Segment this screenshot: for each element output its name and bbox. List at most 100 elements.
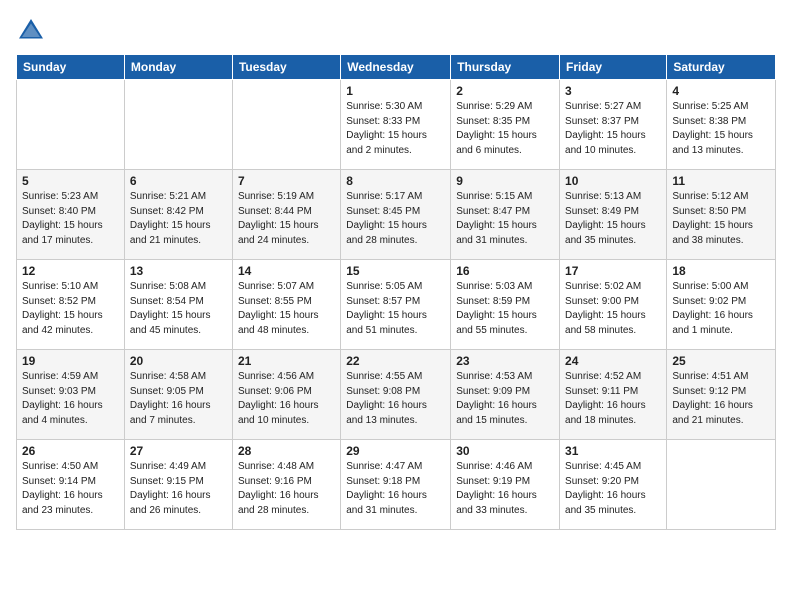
day-header-friday: Friday xyxy=(560,55,667,80)
day-number: 25 xyxy=(672,354,770,368)
calendar-week-row: 5 Sunrise: 5:23 AM Sunset: 8:40 PM Daylig… xyxy=(17,170,776,260)
calendar-week-row: 12 Sunrise: 5:10 AM Sunset: 8:52 PM Dayli… xyxy=(17,260,776,350)
day-info: Sunrise: 5:25 AM Sunset: 8:38 PM Dayligh… xyxy=(672,100,770,158)
day-info: Sunrise: 4:58 AM Sunset: 9:05 PM Dayligh… xyxy=(130,370,227,428)
day-number: 3 xyxy=(565,84,661,98)
calendar-cell xyxy=(17,80,125,170)
day-info: Sunrise: 5:00 AM Sunset: 9:02 PM Dayligh… xyxy=(672,280,770,338)
calendar-cell: 12 Sunrise: 5:10 AM Sunset: 8:52 PM Dayli… xyxy=(17,260,125,350)
calendar-cell: 22 Sunrise: 4:55 AM Sunset: 9:08 PM Dayli… xyxy=(341,350,451,440)
calendar-cell: 7Sunrise: 5:19 AM Sunset: 8:44 PM Daylig… xyxy=(232,170,340,260)
day-info: Sunrise: 4:46 AM Sunset: 9:19 PM Dayligh… xyxy=(456,460,554,518)
day-info: Sunrise: 5:10 AM Sunset: 8:52 PM Dayligh… xyxy=(22,280,119,338)
day-info: Sunrise: 4:48 AM Sunset: 9:16 PM Dayligh… xyxy=(238,460,335,518)
calendar-table: SundayMondayTuesdayWednesdayThursdayFrid… xyxy=(16,54,776,530)
day-number: 21 xyxy=(238,354,335,368)
calendar-cell: 14 Sunrise: 5:07 AM Sunset: 8:55 PM Dayli… xyxy=(232,260,340,350)
day-number: 29 xyxy=(346,444,445,458)
day-info: Sunrise: 4:45 AM Sunset: 9:20 PM Dayligh… xyxy=(565,460,661,518)
calendar-cell: 17 Sunrise: 5:02 AM Sunset: 9:00 PM Dayli… xyxy=(560,260,667,350)
day-header-monday: Monday xyxy=(124,55,232,80)
day-number: 23 xyxy=(456,354,554,368)
calendar-cell: 24Sunrise: 4:52 AM Sunset: 9:11 PM Dayli… xyxy=(560,350,667,440)
day-number: 17 xyxy=(565,264,661,278)
calendar-cell: 18 Sunrise: 5:00 AM Sunset: 9:02 PM Dayli… xyxy=(667,260,776,350)
day-info: Sunrise: 5:29 AM Sunset: 8:35 PM Dayligh… xyxy=(456,100,554,158)
day-number: 1 xyxy=(346,84,445,98)
day-info: Sunrise: 5:21 AM Sunset: 8:42 PM Dayligh… xyxy=(130,190,227,248)
page-header xyxy=(16,16,776,46)
calendar-cell: 6 Sunrise: 5:21 AM Sunset: 8:42 PM Daylig… xyxy=(124,170,232,260)
day-number: 24 xyxy=(565,354,661,368)
day-info: Sunrise: 5:13 AM Sunset: 8:49 PM Dayligh… xyxy=(565,190,661,248)
day-info: Sunrise: 5:07 AM Sunset: 8:55 PM Dayligh… xyxy=(238,280,335,338)
day-info: Sunrise: 5:30 AM Sunset: 8:33 PM Dayligh… xyxy=(346,100,445,158)
calendar-cell: 3Sunrise: 5:27 AM Sunset: 8:37 PM Daylig… xyxy=(560,80,667,170)
day-number: 4 xyxy=(672,84,770,98)
day-info: Sunrise: 5:08 AM Sunset: 8:54 PM Dayligh… xyxy=(130,280,227,338)
calendar-cell xyxy=(232,80,340,170)
day-number: 14 xyxy=(238,264,335,278)
calendar-cell: 1 Sunrise: 5:30 AM Sunset: 8:33 PM Daylig… xyxy=(341,80,451,170)
calendar-header-row: SundayMondayTuesdayWednesdayThursdayFrid… xyxy=(17,55,776,80)
day-header-sunday: Sunday xyxy=(17,55,125,80)
day-number: 20 xyxy=(130,354,227,368)
day-info: Sunrise: 4:49 AM Sunset: 9:15 PM Dayligh… xyxy=(130,460,227,518)
day-number: 28 xyxy=(238,444,335,458)
calendar-cell: 10 Sunrise: 5:13 AM Sunset: 8:49 PM Dayli… xyxy=(560,170,667,260)
day-number: 15 xyxy=(346,264,445,278)
day-info: Sunrise: 4:50 AM Sunset: 9:14 PM Dayligh… xyxy=(22,460,119,518)
day-header-saturday: Saturday xyxy=(667,55,776,80)
day-number: 16 xyxy=(456,264,554,278)
day-info: Sunrise: 5:19 AM Sunset: 8:44 PM Dayligh… xyxy=(238,190,335,248)
day-header-wednesday: Wednesday xyxy=(341,55,451,80)
calendar-cell: 21 Sunrise: 4:56 AM Sunset: 9:06 PM Dayli… xyxy=(232,350,340,440)
day-info: Sunrise: 4:47 AM Sunset: 9:18 PM Dayligh… xyxy=(346,460,445,518)
calendar-cell: 5 Sunrise: 5:23 AM Sunset: 8:40 PM Daylig… xyxy=(17,170,125,260)
day-number: 10 xyxy=(565,174,661,188)
calendar-cell: 9 Sunrise: 5:15 AM Sunset: 8:47 PM Daylig… xyxy=(451,170,560,260)
day-number: 11 xyxy=(672,174,770,188)
day-number: 27 xyxy=(130,444,227,458)
logo-icon xyxy=(16,16,46,46)
calendar-cell: 30Sunrise: 4:46 AM Sunset: 9:19 PM Dayli… xyxy=(451,440,560,530)
day-header-thursday: Thursday xyxy=(451,55,560,80)
day-info: Sunrise: 5:05 AM Sunset: 8:57 PM Dayligh… xyxy=(346,280,445,338)
calendar-cell: 15 Sunrise: 5:05 AM Sunset: 8:57 PM Dayli… xyxy=(341,260,451,350)
day-number: 9 xyxy=(456,174,554,188)
day-info: Sunrise: 4:55 AM Sunset: 9:08 PM Dayligh… xyxy=(346,370,445,428)
calendar-cell: 28 Sunrise: 4:48 AM Sunset: 9:16 PM Dayli… xyxy=(232,440,340,530)
day-info: Sunrise: 5:15 AM Sunset: 8:47 PM Dayligh… xyxy=(456,190,554,248)
calendar-cell xyxy=(667,440,776,530)
day-number: 6 xyxy=(130,174,227,188)
day-number: 13 xyxy=(130,264,227,278)
calendar-cell: 4 Sunrise: 5:25 AM Sunset: 8:38 PM Daylig… xyxy=(667,80,776,170)
day-number: 5 xyxy=(22,174,119,188)
day-number: 18 xyxy=(672,264,770,278)
calendar-cell: 20 Sunrise: 4:58 AM Sunset: 9:05 PM Dayli… xyxy=(124,350,232,440)
day-info: Sunrise: 5:03 AM Sunset: 8:59 PM Dayligh… xyxy=(456,280,554,338)
calendar-cell: 26Sunrise: 4:50 AM Sunset: 9:14 PM Dayli… xyxy=(17,440,125,530)
calendar-week-row: 26Sunrise: 4:50 AM Sunset: 9:14 PM Dayli… xyxy=(17,440,776,530)
day-number: 8 xyxy=(346,174,445,188)
day-number: 19 xyxy=(22,354,119,368)
calendar-week-row: 1 Sunrise: 5:30 AM Sunset: 8:33 PM Daylig… xyxy=(17,80,776,170)
calendar-cell: 2 Sunrise: 5:29 AM Sunset: 8:35 PM Daylig… xyxy=(451,80,560,170)
day-number: 2 xyxy=(456,84,554,98)
calendar-week-row: 19Sunrise: 4:59 AM Sunset: 9:03 PM Dayli… xyxy=(17,350,776,440)
calendar-cell xyxy=(124,80,232,170)
day-info: Sunrise: 5:02 AM Sunset: 9:00 PM Dayligh… xyxy=(565,280,661,338)
calendar-cell: 27 Sunrise: 4:49 AM Sunset: 9:15 PM Dayli… xyxy=(124,440,232,530)
day-number: 22 xyxy=(346,354,445,368)
logo xyxy=(16,16,50,46)
day-info: Sunrise: 5:23 AM Sunset: 8:40 PM Dayligh… xyxy=(22,190,119,248)
day-number: 12 xyxy=(22,264,119,278)
calendar-cell: 23Sunrise: 4:53 AM Sunset: 9:09 PM Dayli… xyxy=(451,350,560,440)
calendar-cell: 11Sunrise: 5:12 AM Sunset: 8:50 PM Dayli… xyxy=(667,170,776,260)
day-header-tuesday: Tuesday xyxy=(232,55,340,80)
day-info: Sunrise: 4:56 AM Sunset: 9:06 PM Dayligh… xyxy=(238,370,335,428)
day-number: 31 xyxy=(565,444,661,458)
calendar-cell: 25 Sunrise: 4:51 AM Sunset: 9:12 PM Dayli… xyxy=(667,350,776,440)
calendar-cell: 31 Sunrise: 4:45 AM Sunset: 9:20 PM Dayli… xyxy=(560,440,667,530)
day-info: Sunrise: 4:51 AM Sunset: 9:12 PM Dayligh… xyxy=(672,370,770,428)
